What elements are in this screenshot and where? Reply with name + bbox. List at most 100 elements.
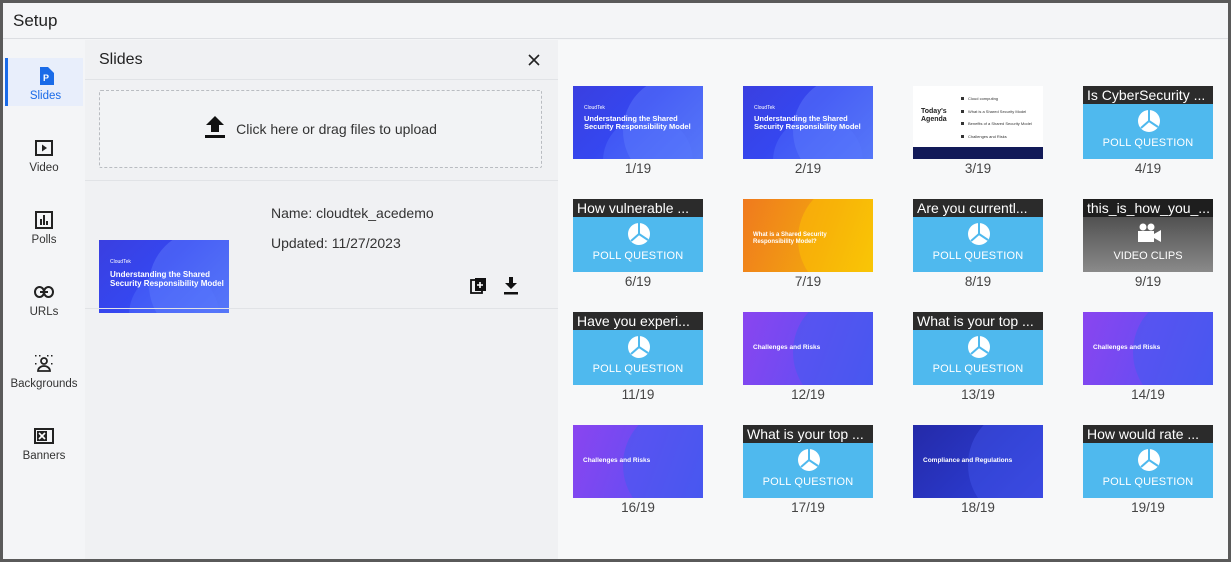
download-icon[interactable] xyxy=(501,276,521,296)
slide-number: 16/19 xyxy=(621,500,655,515)
slide-thumbnail-cell: What is your top ... POLL QUESTION 17/19 xyxy=(743,425,873,515)
slide-title: Challenges and Risks xyxy=(583,457,651,464)
backgrounds-icon xyxy=(34,354,54,374)
poll-question-title: What is your top ... xyxy=(743,425,873,443)
agenda-item: Cloud computing xyxy=(961,96,1032,109)
slide-thumbnail-cell: Have you experi... POLL QUESTION 11/19 xyxy=(573,312,703,402)
slide-thumbnail[interactable]: How would rate ... POLL QUESTION xyxy=(1083,425,1213,498)
poll-question-title: How would rate ... xyxy=(1083,425,1213,443)
sidebar-item-label: Backgrounds xyxy=(10,378,78,390)
link-icon xyxy=(34,282,54,302)
polls-icon xyxy=(34,210,54,230)
slide-number: 6/19 xyxy=(624,274,652,289)
slide-thumbnail-cell: Are you currentl... POLL QUESTION 8/19 xyxy=(913,199,1043,289)
slide-number: 18/19 xyxy=(961,500,995,515)
slide-thumbnail-cell: Is CyberSecurity ... POLL QUESTION 4/19 xyxy=(1083,86,1213,176)
slide-thumbnail[interactable]: Is CyberSecurity ... POLL QUESTION xyxy=(1083,86,1213,159)
poll-question-title: Are you currentl... xyxy=(913,199,1043,217)
slide-thumbnail[interactable]: What is a Shared Security Responsibility… xyxy=(743,199,873,272)
file-thumbnail[interactable]: CloudTek Understanding the Shared Securi… xyxy=(99,240,229,313)
upload-text: Click here or drag files to upload xyxy=(236,121,437,137)
pie-chart-icon xyxy=(627,222,651,246)
slide-thumbnail[interactable]: CloudTek Understanding the Shared Securit… xyxy=(743,86,873,159)
poll-question-title: What is your top ... xyxy=(913,312,1043,330)
upload-icon xyxy=(204,115,226,144)
slide-thumbnail-cell: this_is_how_you_... VIDEO CLIPS 9/19 xyxy=(1083,199,1213,289)
slide-number: 11/19 xyxy=(621,387,655,402)
slides-icon: P xyxy=(36,66,56,86)
svg-text:P: P xyxy=(43,73,49,83)
poll-caption: POLL QUESTION xyxy=(1102,137,1194,149)
sidebar-item-backgrounds[interactable]: Backgrounds xyxy=(5,346,83,394)
poll-caption: POLL QUESTION xyxy=(592,363,684,375)
video-camera-icon xyxy=(1136,223,1162,248)
slide-thumbnail[interactable]: How vulnerable ... POLL QUESTION xyxy=(573,199,703,272)
slide-number: 14/19 xyxy=(1131,387,1165,402)
video-title: this_is_how_you_... xyxy=(1083,199,1213,217)
slide-logo: CloudTek xyxy=(584,105,605,111)
sidebar-item-slides[interactable]: P Slides xyxy=(5,58,83,106)
slide-thumbnail[interactable]: Challenges and Risks xyxy=(743,312,873,385)
slide-thumbnail[interactable]: What is your top ... POLL QUESTION xyxy=(743,425,873,498)
slide-number: 4/19 xyxy=(1134,161,1162,176)
agenda-item: What is a Shared Security Model xyxy=(961,109,1032,122)
slide-thumbnail[interactable]: Challenges and Risks xyxy=(1083,312,1213,385)
slide-thumbnail-cell: Challenges and Risks 16/19 xyxy=(573,425,703,515)
slide-title: Understanding the Shared Security Respon… xyxy=(754,114,861,131)
sidebar-item-banners[interactable]: Banners xyxy=(5,418,83,466)
sidebar-item-urls[interactable]: URLs xyxy=(5,274,83,322)
file-actions xyxy=(469,276,521,296)
slide-number: 7/19 xyxy=(794,274,822,289)
slide-thumbnail[interactable]: What is your top ... POLL QUESTION xyxy=(913,312,1043,385)
slide-thumbnail[interactable]: CloudTek Understanding the Shared Securit… xyxy=(573,86,703,159)
slide-thumbnail-cell: Compliance and Regulations 18/19 xyxy=(913,425,1043,515)
slides-panel: Slides Click here or drag files to uploa… xyxy=(85,40,558,559)
agenda-item: Challenges and Risks xyxy=(961,134,1032,147)
copy-icon[interactable] xyxy=(469,276,489,296)
slide-thumbnail-cell: Challenges and Risks 14/19 xyxy=(1083,312,1213,402)
slides-grid: CloudTek Understanding the Shared Securit… xyxy=(558,40,1228,559)
slide-logo: CloudTek xyxy=(754,105,775,111)
slide-thumbnail[interactable]: this_is_how_you_... VIDEO CLIPS xyxy=(1083,199,1213,272)
video-icon xyxy=(34,138,54,158)
slide-thumbnail-cell: What is a Shared Security Responsibility… xyxy=(743,199,873,289)
slide-thumbnail[interactable]: Compliance and Regulations xyxy=(913,425,1043,498)
panel-header: Slides xyxy=(85,40,558,80)
poll-caption: POLL QUESTION xyxy=(932,363,1024,375)
slide-thumbnail[interactable]: Today's Agenda Cloud computing What is a S… xyxy=(913,86,1043,159)
slide-number: 19/19 xyxy=(1131,500,1165,515)
close-icon[interactable] xyxy=(524,50,544,70)
slide-thumbnail[interactable]: Challenges and Risks xyxy=(573,425,703,498)
slide-thumbnail-cell: Challenges and Risks 12/19 xyxy=(743,312,873,402)
slide-title: Today's Agenda xyxy=(921,108,947,123)
sidebar-item-label: Video xyxy=(29,162,59,174)
poll-caption: POLL QUESTION xyxy=(1102,476,1194,488)
slide-thumbnail-cell: How would rate ... POLL QUESTION 19/19 xyxy=(1083,425,1213,515)
sidebar-item-video[interactable]: Video xyxy=(5,130,83,178)
file-name: Name: cloudtek_acedemo xyxy=(271,205,434,221)
file-thumb-title: Understanding the Shared Security Respon… xyxy=(110,270,224,288)
banners-icon xyxy=(34,426,54,446)
slide-title: Understanding the Shared Security Respon… xyxy=(584,114,691,131)
poll-question-title: Have you experi... xyxy=(573,312,703,330)
file-meta: Name: cloudtek_acedemo Updated: 11/27/20… xyxy=(271,198,434,258)
slide-thumbnail-cell: Today's Agenda Cloud computing What is a S… xyxy=(913,86,1043,176)
slide-title: Challenges and Risks xyxy=(1093,344,1161,351)
pie-chart-icon xyxy=(627,335,651,359)
pie-chart-icon xyxy=(797,448,821,472)
sidebar-item-polls[interactable]: Polls xyxy=(5,202,83,250)
poll-question-title: Is CyberSecurity ... xyxy=(1083,86,1213,104)
slide-thumbnail[interactable]: Have you experi... POLL QUESTION xyxy=(573,312,703,385)
panel-title: Slides xyxy=(99,50,143,68)
slide-thumbnail-cell: CloudTek Understanding the Shared Securit… xyxy=(573,86,703,176)
slide-thumbnail-cell: CloudTek Understanding the Shared Securit… xyxy=(743,86,873,176)
sidebar: P Slides Video Polls URLs Backgrounds Ba… xyxy=(3,40,85,559)
sidebar-item-label: URLs xyxy=(29,306,59,318)
slide-number: 9/19 xyxy=(1134,274,1162,289)
upload-dropzone[interactable]: Click here or drag files to upload xyxy=(99,90,542,168)
sidebar-item-label: Polls xyxy=(31,234,57,246)
slide-number: 12/19 xyxy=(791,387,825,402)
slide-thumbnail[interactable]: Are you currentl... POLL QUESTION xyxy=(913,199,1043,272)
sidebar-item-label: Banners xyxy=(22,450,66,462)
slide-number: 13/19 xyxy=(961,387,995,402)
